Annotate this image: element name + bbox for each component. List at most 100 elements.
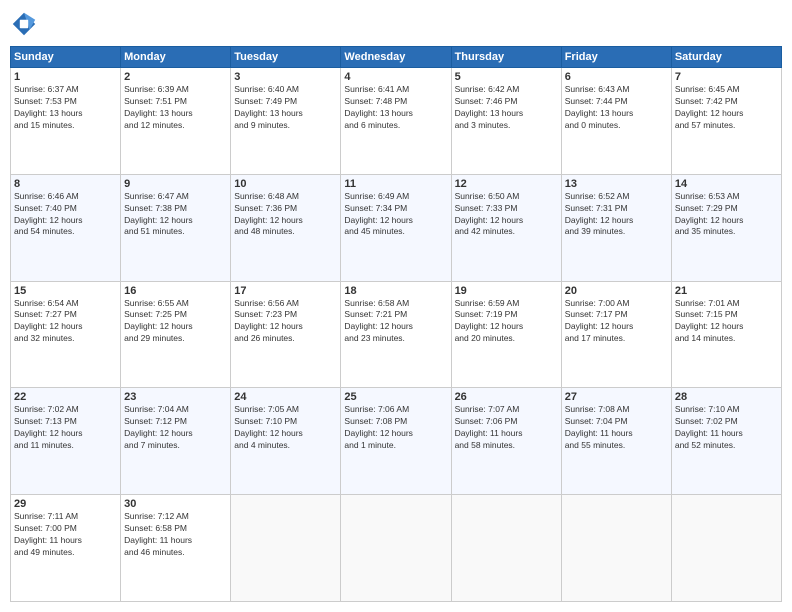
calendar-table: SundayMondayTuesdayWednesdayThursdayFrid… (10, 46, 782, 602)
day-number: 26 (455, 391, 558, 403)
day-info: Sunrise: 6:49 AM Sunset: 7:34 PM Dayligh… (344, 191, 447, 239)
day-number: 6 (565, 71, 668, 83)
calendar-cell: 7Sunrise: 6:45 AM Sunset: 7:42 PM Daylig… (671, 68, 781, 175)
day-info: Sunrise: 6:58 AM Sunset: 7:21 PM Dayligh… (344, 298, 447, 346)
day-info: Sunrise: 7:12 AM Sunset: 6:58 PM Dayligh… (124, 511, 227, 559)
day-number: 22 (14, 391, 117, 403)
calendar-cell: 16Sunrise: 6:55 AM Sunset: 7:25 PM Dayli… (121, 281, 231, 388)
day-number: 23 (124, 391, 227, 403)
day-number: 27 (565, 391, 668, 403)
calendar-cell: 11Sunrise: 6:49 AM Sunset: 7:34 PM Dayli… (341, 174, 451, 281)
weekday-header-monday: Monday (121, 47, 231, 68)
day-info: Sunrise: 7:01 AM Sunset: 7:15 PM Dayligh… (675, 298, 778, 346)
day-number: 3 (234, 71, 337, 83)
day-number: 16 (124, 285, 227, 297)
day-info: Sunrise: 7:10 AM Sunset: 7:02 PM Dayligh… (675, 404, 778, 452)
calendar-cell: 14Sunrise: 6:53 AM Sunset: 7:29 PM Dayli… (671, 174, 781, 281)
calendar-cell: 5Sunrise: 6:42 AM Sunset: 7:46 PM Daylig… (451, 68, 561, 175)
calendar-cell: 26Sunrise: 7:07 AM Sunset: 7:06 PM Dayli… (451, 388, 561, 495)
day-info: Sunrise: 6:54 AM Sunset: 7:27 PM Dayligh… (14, 298, 117, 346)
day-info: Sunrise: 6:47 AM Sunset: 7:38 PM Dayligh… (124, 191, 227, 239)
day-info: Sunrise: 7:04 AM Sunset: 7:12 PM Dayligh… (124, 404, 227, 452)
calendar-cell: 28Sunrise: 7:10 AM Sunset: 7:02 PM Dayli… (671, 388, 781, 495)
calendar-cell: 8Sunrise: 6:46 AM Sunset: 7:40 PM Daylig… (11, 174, 121, 281)
day-info: Sunrise: 7:07 AM Sunset: 7:06 PM Dayligh… (455, 404, 558, 452)
day-number: 11 (344, 178, 447, 190)
day-number: 2 (124, 71, 227, 83)
calendar-cell: 29Sunrise: 7:11 AM Sunset: 7:00 PM Dayli… (11, 495, 121, 602)
day-info: Sunrise: 6:46 AM Sunset: 7:40 PM Dayligh… (14, 191, 117, 239)
calendar-cell: 18Sunrise: 6:58 AM Sunset: 7:21 PM Dayli… (341, 281, 451, 388)
calendar-cell: 6Sunrise: 6:43 AM Sunset: 7:44 PM Daylig… (561, 68, 671, 175)
weekday-header-saturday: Saturday (671, 47, 781, 68)
page: SundayMondayTuesdayWednesdayThursdayFrid… (0, 0, 792, 612)
day-number: 29 (14, 498, 117, 510)
calendar-cell: 23Sunrise: 7:04 AM Sunset: 7:12 PM Dayli… (121, 388, 231, 495)
day-number: 7 (675, 71, 778, 83)
day-number: 12 (455, 178, 558, 190)
day-info: Sunrise: 6:40 AM Sunset: 7:49 PM Dayligh… (234, 84, 337, 132)
day-number: 30 (124, 498, 227, 510)
day-number: 19 (455, 285, 558, 297)
day-number: 15 (14, 285, 117, 297)
logo (10, 10, 42, 38)
calendar-cell (231, 495, 341, 602)
calendar-cell: 30Sunrise: 7:12 AM Sunset: 6:58 PM Dayli… (121, 495, 231, 602)
logo-icon (10, 10, 38, 38)
calendar-cell (341, 495, 451, 602)
day-info: Sunrise: 6:41 AM Sunset: 7:48 PM Dayligh… (344, 84, 447, 132)
calendar-cell: 2Sunrise: 6:39 AM Sunset: 7:51 PM Daylig… (121, 68, 231, 175)
day-info: Sunrise: 6:37 AM Sunset: 7:53 PM Dayligh… (14, 84, 117, 132)
day-info: Sunrise: 6:39 AM Sunset: 7:51 PM Dayligh… (124, 84, 227, 132)
calendar-week-3: 15Sunrise: 6:54 AM Sunset: 7:27 PM Dayli… (11, 281, 782, 388)
day-number: 9 (124, 178, 227, 190)
day-info: Sunrise: 7:00 AM Sunset: 7:17 PM Dayligh… (565, 298, 668, 346)
day-number: 13 (565, 178, 668, 190)
day-number: 10 (234, 178, 337, 190)
weekday-header-thursday: Thursday (451, 47, 561, 68)
day-number: 17 (234, 285, 337, 297)
day-info: Sunrise: 6:45 AM Sunset: 7:42 PM Dayligh… (675, 84, 778, 132)
day-info: Sunrise: 6:53 AM Sunset: 7:29 PM Dayligh… (675, 191, 778, 239)
calendar-week-2: 8Sunrise: 6:46 AM Sunset: 7:40 PM Daylig… (11, 174, 782, 281)
calendar-cell: 9Sunrise: 6:47 AM Sunset: 7:38 PM Daylig… (121, 174, 231, 281)
calendar-cell: 13Sunrise: 6:52 AM Sunset: 7:31 PM Dayli… (561, 174, 671, 281)
day-info: Sunrise: 6:43 AM Sunset: 7:44 PM Dayligh… (565, 84, 668, 132)
calendar-week-1: 1Sunrise: 6:37 AM Sunset: 7:53 PM Daylig… (11, 68, 782, 175)
weekday-header-tuesday: Tuesday (231, 47, 341, 68)
header (10, 10, 782, 38)
calendar-cell (451, 495, 561, 602)
calendar-week-4: 22Sunrise: 7:02 AM Sunset: 7:13 PM Dayli… (11, 388, 782, 495)
day-number: 4 (344, 71, 447, 83)
day-info: Sunrise: 6:55 AM Sunset: 7:25 PM Dayligh… (124, 298, 227, 346)
calendar-cell: 22Sunrise: 7:02 AM Sunset: 7:13 PM Dayli… (11, 388, 121, 495)
day-number: 25 (344, 391, 447, 403)
day-number: 21 (675, 285, 778, 297)
weekday-header-friday: Friday (561, 47, 671, 68)
calendar-cell: 25Sunrise: 7:06 AM Sunset: 7:08 PM Dayli… (341, 388, 451, 495)
calendar-cell: 12Sunrise: 6:50 AM Sunset: 7:33 PM Dayli… (451, 174, 561, 281)
day-info: Sunrise: 6:59 AM Sunset: 7:19 PM Dayligh… (455, 298, 558, 346)
calendar-cell: 15Sunrise: 6:54 AM Sunset: 7:27 PM Dayli… (11, 281, 121, 388)
calendar-cell: 1Sunrise: 6:37 AM Sunset: 7:53 PM Daylig… (11, 68, 121, 175)
day-number: 14 (675, 178, 778, 190)
calendar-cell (671, 495, 781, 602)
calendar-cell: 21Sunrise: 7:01 AM Sunset: 7:15 PM Dayli… (671, 281, 781, 388)
calendar-cell: 19Sunrise: 6:59 AM Sunset: 7:19 PM Dayli… (451, 281, 561, 388)
calendar-cell: 10Sunrise: 6:48 AM Sunset: 7:36 PM Dayli… (231, 174, 341, 281)
day-info: Sunrise: 7:08 AM Sunset: 7:04 PM Dayligh… (565, 404, 668, 452)
calendar-cell: 17Sunrise: 6:56 AM Sunset: 7:23 PM Dayli… (231, 281, 341, 388)
day-info: Sunrise: 7:11 AM Sunset: 7:00 PM Dayligh… (14, 511, 117, 559)
day-info: Sunrise: 6:52 AM Sunset: 7:31 PM Dayligh… (565, 191, 668, 239)
day-number: 24 (234, 391, 337, 403)
weekday-header-row: SundayMondayTuesdayWednesdayThursdayFrid… (11, 47, 782, 68)
day-info: Sunrise: 6:56 AM Sunset: 7:23 PM Dayligh… (234, 298, 337, 346)
day-number: 20 (565, 285, 668, 297)
weekday-header-wednesday: Wednesday (341, 47, 451, 68)
day-info: Sunrise: 7:06 AM Sunset: 7:08 PM Dayligh… (344, 404, 447, 452)
day-number: 1 (14, 71, 117, 83)
day-number: 28 (675, 391, 778, 403)
day-info: Sunrise: 6:48 AM Sunset: 7:36 PM Dayligh… (234, 191, 337, 239)
calendar-cell: 3Sunrise: 6:40 AM Sunset: 7:49 PM Daylig… (231, 68, 341, 175)
calendar-cell (561, 495, 671, 602)
